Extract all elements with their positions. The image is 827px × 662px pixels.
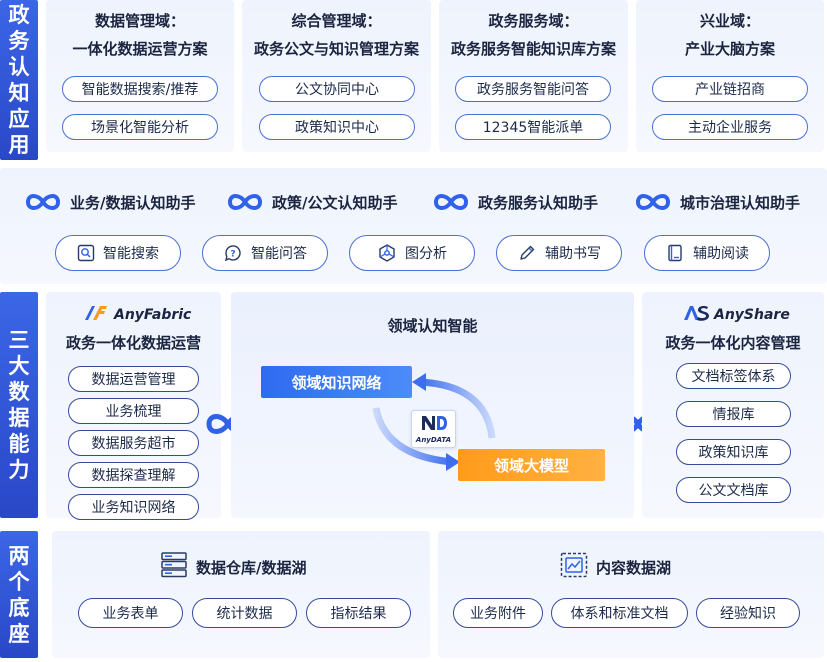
domain-item[interactable]: 政策知识中心: [259, 114, 415, 140]
base-item[interactable]: 经验知识: [696, 598, 800, 628]
tool-smart-qa[interactable]: ? 智能问答: [202, 235, 328, 271]
pen-icon: [517, 243, 537, 263]
anyshare-item[interactable]: 政策知识库: [676, 439, 791, 465]
assistant-policy-document[interactable]: 政策/公文认知助手: [226, 191, 397, 213]
anyshare-brand: AnyShare: [683, 305, 790, 325]
domain-subtitle: 政务公文与知识管理方案: [253, 40, 419, 58]
search-icon: [77, 244, 95, 262]
graph-icon: [377, 243, 397, 263]
base-item[interactable]: 业务表单: [78, 598, 183, 628]
domain-item[interactable]: 主动企业服务: [652, 114, 808, 140]
domain-title: 政务服务域：: [488, 12, 579, 30]
domain-title: 兴业域：: [699, 12, 760, 30]
band-label-cognitive-apps: 政 务 认 知 应 用: [0, 0, 38, 160]
assistant-city-governance[interactable]: 城市治理认知助手: [634, 191, 800, 213]
center-title: 领域认知智能: [387, 317, 478, 335]
band-label-data-capabilities: 三 大 数 据 能 力: [0, 292, 38, 518]
domain-item[interactable]: 产业链招商: [652, 76, 808, 102]
anyfabric-item[interactable]: 数据服务超市: [68, 430, 199, 456]
infinity-loop-icon: [634, 191, 672, 213]
anydata-logo-icon: [420, 415, 448, 435]
tool-label: 图分析: [405, 246, 447, 262]
anyfabric-item[interactable]: 业务知识网络: [68, 494, 199, 520]
domain-subtitle: 产业大脑方案: [684, 40, 775, 58]
domain-item[interactable]: 公文协同中心: [259, 76, 415, 102]
tool-assisted-writing[interactable]: 辅助书写: [496, 235, 622, 271]
infinity-loop-icon: [432, 191, 470, 213]
content-lake-icon: [560, 552, 588, 582]
tool-label: 辅助书写: [545, 246, 601, 262]
anyshare-logo-icon: [683, 305, 709, 325]
base-item[interactable]: 业务附件: [453, 598, 543, 628]
domain-item[interactable]: 12345智能派单: [455, 114, 611, 140]
anyshare-title: 政务一体化内容管理: [665, 334, 801, 352]
domain-panel-industry: 兴业域： 产业大脑方案 产业链招商 主动企业服务: [636, 0, 824, 152]
book-icon: [665, 243, 685, 263]
anyfabric-brand-name: AnyFabric: [114, 307, 192, 323]
svg-text:?: ?: [230, 250, 235, 260]
domain-title: 数据管理域：: [94, 12, 185, 30]
anyfabric-logo-icon: [83, 305, 109, 325]
chat-question-icon: ?: [223, 243, 243, 263]
anyshare-item[interactable]: 文档标签体系: [676, 363, 791, 389]
infinity-loop-icon: [24, 191, 62, 213]
base-item[interactable]: 指标结果: [306, 598, 411, 628]
domain-subtitle: 一体化数据运营方案: [72, 40, 208, 58]
base-title-label: 数据仓库/数据湖: [196, 558, 307, 577]
base-panel-content-lake: [438, 531, 824, 658]
assistant-label: 政策/公文认知助手: [272, 193, 398, 212]
domain-subtitle: 政务服务智能知识库方案: [450, 40, 616, 58]
band-label-two-bases: 两 个 底 座: [0, 531, 38, 658]
tool-assisted-reading[interactable]: 辅助阅读: [644, 235, 770, 271]
domain-title: 综合管理域：: [291, 12, 382, 30]
base-title-content-lake: 内容数据湖: [560, 552, 671, 582]
base-title-label: 内容数据湖: [596, 558, 672, 577]
tool-label: 智能搜索: [103, 246, 159, 262]
anydata-badge: AnyDATA: [411, 410, 456, 448]
base-title-data-warehouse: 数据仓库/数据湖: [160, 552, 306, 582]
assistant-label: 政务服务认知助手: [478, 193, 599, 212]
anyfabric-item[interactable]: 数据运营管理: [68, 366, 199, 392]
domain-large-model[interactable]: 领域大模型: [458, 449, 605, 481]
anyshare-item[interactable]: 情报库: [676, 401, 791, 427]
base-item[interactable]: 体系和标准文档: [551, 598, 688, 628]
anydata-name: AnyDATA: [415, 435, 452, 444]
infinity-loop-icon: [226, 191, 264, 213]
domain-knowledge-network[interactable]: 领域知识网络: [261, 366, 412, 398]
anyfabric-title: 政务一体化数据运营: [65, 334, 201, 352]
assistant-business-data[interactable]: 业务/数据认知助手: [24, 191, 195, 213]
anyshare-item[interactable]: 公文文档库: [676, 477, 791, 503]
anyfabric-item[interactable]: 业务梳理: [68, 398, 199, 424]
tool-graph-analysis[interactable]: 图分析: [349, 235, 475, 271]
assistant-government-service[interactable]: 政务服务认知助手: [432, 191, 598, 213]
tool-smart-search[interactable]: 智能搜索: [55, 235, 181, 271]
domain-panel-general-management: 综合管理域： 政务公文与知识管理方案 公文协同中心 政策知识中心: [242, 0, 431, 152]
domain-panel-government-service: 政务服务域： 政务服务智能知识库方案 政务服务智能问答 12345智能派单: [439, 0, 628, 152]
anyfabric-brand: AnyFabric: [83, 305, 191, 325]
domain-item[interactable]: 智能数据搜索/推荐: [62, 76, 218, 102]
tool-label: 辅助阅读: [693, 246, 749, 262]
assistant-label: 城市治理认知助手: [680, 193, 801, 212]
anyfabric-item[interactable]: 数据探查理解: [68, 462, 199, 488]
server-icon: [160, 552, 188, 582]
base-panel-data-warehouse: [52, 531, 430, 658]
arrow-head: [412, 373, 426, 391]
anyshare-brand-name: AnyShare: [714, 307, 790, 323]
domain-item[interactable]: 政务服务智能问答: [455, 76, 611, 102]
base-item[interactable]: 统计数据: [192, 598, 297, 628]
tool-label: 智能问答: [251, 246, 307, 262]
domain-panel-data-management: 数据管理域： 一体化数据运营方案 智能数据搜索/推荐 场景化智能分析: [46, 0, 234, 152]
domain-item[interactable]: 场景化智能分析: [62, 114, 218, 140]
assistant-label: 业务/数据认知助手: [70, 193, 196, 212]
